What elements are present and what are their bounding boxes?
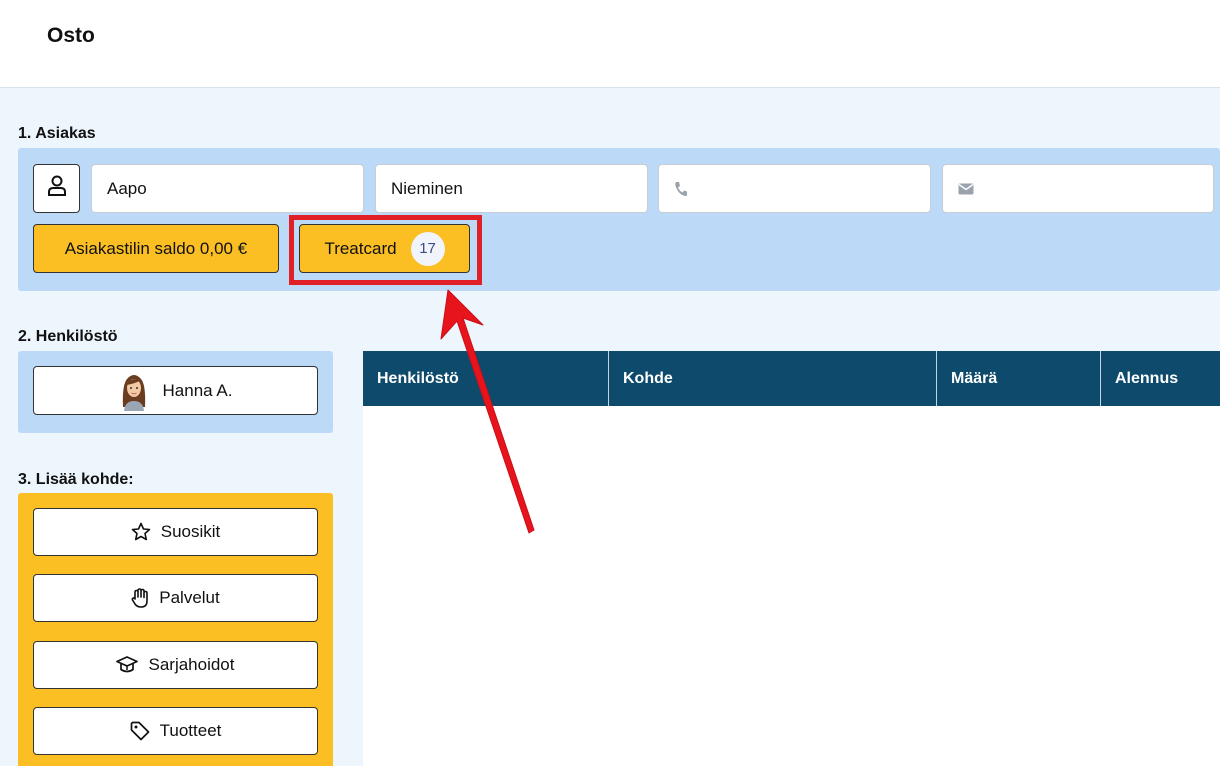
annotation-arrow — [440, 289, 535, 534]
